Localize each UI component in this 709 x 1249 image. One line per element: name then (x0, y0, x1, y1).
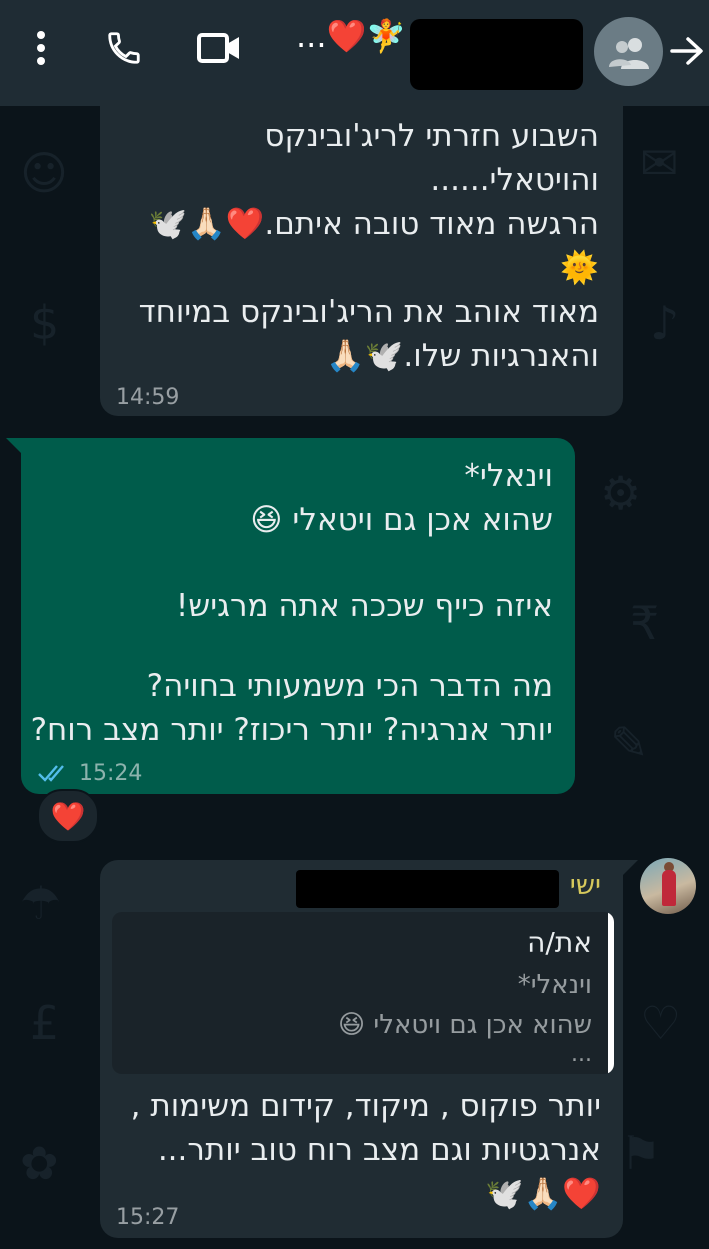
video-icon[interactable] (191, 20, 247, 76)
message-text: השבוע חזרתי לריג'ובינקס והויטאלי...... ה… (139, 114, 599, 378)
message-line: מה הדבר הכי משמעותי בחויה? (146, 668, 553, 704)
message-line: יותר אנרגיה? יותר ריכוז? יותר מצב רוח? (30, 712, 553, 748)
message-line: ❤️🙏🏻🕊️ (485, 1176, 601, 1212)
contact-status: ...❤️🧚 (296, 17, 407, 55)
message-bubble-outgoing[interactable]: וינאלי* שהוא אכן גם ויטאלי 😆 איזה כייף ש… (21, 438, 575, 794)
message-line: וינאלי* (464, 458, 553, 494)
reaction-heart[interactable]: ❤️ (37, 789, 99, 843)
message-line: והאנרגיות שלו.🕊️🙏🏻 (326, 338, 599, 374)
message-line (31, 542, 553, 584)
quote-accent-bar (608, 912, 614, 1074)
quoted-reply[interactable]: את/ה וינאלי* שהוא אכן גם ויטאלי 😆 ... (112, 912, 614, 1074)
message-bubble-incoming[interactable]: השבוע חזרתי לריג'ובינקס והויטאלי...... ה… (100, 100, 623, 416)
chat-header: ...❤️🧚 (0, 0, 709, 106)
back-arrow-icon[interactable] (666, 28, 708, 74)
message-text: יותר פוקוס , מיקוד, קידום משימות , אנרגט… (131, 1084, 601, 1216)
read-ticks-icon (38, 765, 64, 782)
sender-name[interactable]: ישי (570, 870, 601, 901)
message-time: 15:27 (116, 1205, 180, 1230)
message-line: השבוע חזרתי לריג'ובינקס (264, 118, 599, 154)
group-avatar-icon[interactable] (594, 17, 663, 86)
quote-author: את/ה (527, 926, 592, 959)
quote-more: ... (571, 1042, 592, 1067)
message-line: מאוד אוהב את הריג'ובינקס במיוחד (138, 294, 599, 330)
message-line: הרגשה מאוד טובה איתם.❤️🙏🏻🕊️ (148, 206, 599, 242)
sender-phone-redacted (296, 870, 559, 908)
message-line: שהוא אכן גם ויטאלי 😆 (250, 502, 553, 538)
sender-avatar[interactable] (640, 858, 696, 914)
message-time: 14:59 (116, 385, 180, 410)
quote-line: שהוא אכן גם ויטאלי 😆 (338, 1010, 592, 1040)
message-line: 🌞 (560, 250, 599, 286)
avatar-figure-body (662, 870, 676, 906)
phone-icon[interactable] (96, 20, 152, 76)
contact-name-redacted[interactable] (410, 19, 583, 90)
message-line: והויטאלי...... (430, 162, 599, 198)
message-line: אנרגטיות וגם מצב רוח טוב יותר... (157, 1132, 601, 1168)
message-time: 15:24 (79, 761, 143, 786)
message-line: איזה כייף שככה אתה מרגיש! (175, 588, 553, 624)
quote-line: וינאלי* (517, 970, 592, 1000)
message-line (31, 628, 553, 664)
more-vert-icon[interactable] (13, 20, 69, 76)
message-line: יותר פוקוס , מיקוד, קידום משימות , (130, 1088, 601, 1124)
message-text: וינאלי* שהוא אכן גם ויטאלי 😆 איזה כייף ש… (31, 454, 553, 752)
